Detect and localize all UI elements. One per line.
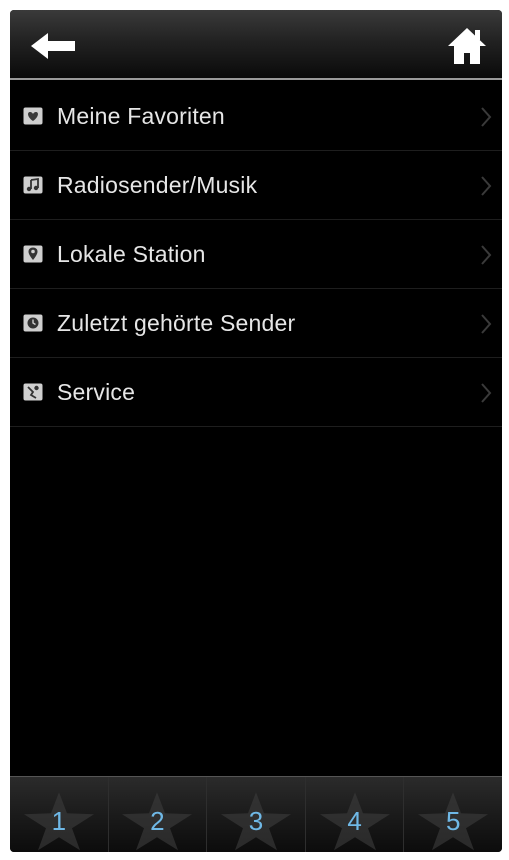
back-button[interactable] [28,28,80,64]
service-icon [23,382,43,402]
menu-item-label: Radiosender/Musik [57,171,258,198]
favorites-icon [23,106,43,126]
chevron-right-icon [481,176,492,196]
menu-item-local-station[interactable]: Lokale Station [10,220,502,289]
menu-item-label: Lokale Station [57,240,206,267]
menu-item-label: Meine Favoriten [57,102,225,129]
preset-tab-5[interactable]: 5 [403,777,502,852]
preset-tab-4[interactable]: 4 [304,777,404,852]
preset-tab-number: 5 [445,806,461,836]
preset-tab-bar: 1 2 3 4 5 [10,776,502,852]
chevron-right-icon [481,314,492,334]
chevron-right-icon [481,107,492,127]
main-menu: Meine Favoriten Radiosender/Musik Lokale… [10,82,502,427]
chevron-right-icon [481,245,492,265]
preset-tab-number: 1 [51,806,67,836]
radio-app-screen: Meine Favoriten Radiosender/Musik Lokale… [10,10,502,852]
preset-tab-number: 2 [150,806,165,836]
preset-tab-3[interactable]: 3 [206,777,305,852]
menu-item-label: Service [57,378,136,405]
menu-item-favorites[interactable]: Meine Favoriten [10,82,502,151]
menu-item-label: Zuletzt gehörte Sender [57,309,296,336]
home-button[interactable] [444,24,490,68]
preset-tab-1[interactable]: 1 [10,777,108,852]
chevron-right-icon [481,383,492,403]
preset-tab-2[interactable]: 2 [107,777,207,852]
preset-tab-number: 3 [248,806,264,836]
preset-tab-number: 4 [347,806,362,836]
menu-item-service[interactable]: Service [10,358,502,427]
header-bar [10,10,502,80]
music-note-icon [23,175,43,195]
menu-item-radio-music[interactable]: Radiosender/Musik [10,151,502,220]
menu-item-recently-played[interactable]: Zuletzt gehörte Sender [10,289,502,358]
arrow-left-icon [31,33,75,59]
location-pin-icon [23,244,43,264]
home-icon [448,28,486,64]
clock-icon [23,313,43,333]
